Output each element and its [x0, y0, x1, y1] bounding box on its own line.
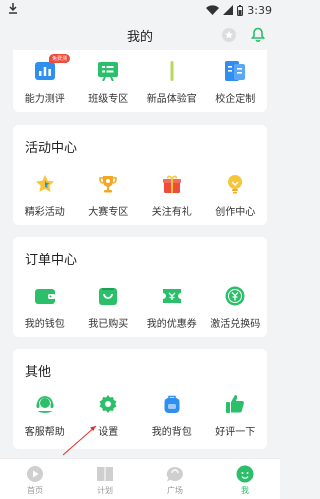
service-ability-test[interactable]: 免费测 能力测评 [13, 54, 77, 105]
order-label: 我已购买 [88, 319, 129, 330]
free-badge: 免费测 [49, 54, 71, 63]
thumbs-up-icon [224, 393, 246, 415]
order-label: 我的钱包 [24, 319, 65, 330]
chat-icon [165, 465, 185, 483]
product-trial-icon [161, 60, 183, 82]
activity-center-card: 活动中心 精彩活动 大赛专区 关注有礼 创作中心 [13, 125, 267, 225]
profile-face-icon [235, 465, 255, 483]
other-rate[interactable]: 好评一下 [204, 393, 268, 438]
tab-plan[interactable]: 计划 [70, 459, 140, 499]
order-purchased[interactable]: 我已购买 [77, 285, 141, 330]
order-redeem[interactable]: 激活兑换码 [204, 285, 268, 330]
trophy-icon [97, 173, 119, 195]
activity-label: 关注有礼 [151, 207, 192, 218]
section-title: 其他 [25, 365, 52, 380]
other-label: 设置 [98, 427, 119, 438]
battery-icon [237, 4, 244, 16]
other-support[interactable]: 客服帮助 [13, 393, 77, 438]
backpack-icon [161, 393, 183, 415]
activity-label: 大赛专区 [88, 207, 129, 218]
activity-grid: 精彩活动 大赛专区 关注有礼 创作中心 [13, 173, 267, 218]
tab-me[interactable]: 我 [210, 459, 280, 499]
page-title: 我的 [126, 29, 153, 45]
order-grid: 我的钱包 我已购买 我的优惠券 激活兑换码 [13, 285, 267, 330]
bag-icon [97, 285, 119, 307]
order-label: 我的优惠券 [146, 319, 197, 330]
other-backpack[interactable]: 我的背包 [140, 393, 204, 438]
service-label: 能力测评 [24, 94, 65, 105]
service-class-zone[interactable]: 班级专区 [77, 60, 141, 105]
bulb-icon [224, 173, 246, 195]
service-label: 班级专区 [88, 94, 129, 105]
status-time: 3:39 [247, 3, 272, 17]
tab-label: 广场 [167, 486, 183, 495]
other-label: 好评一下 [215, 427, 256, 438]
home-play-icon [25, 465, 45, 483]
coupon-icon [161, 285, 183, 307]
download-icon [8, 3, 18, 17]
status-bar: 3:39 [0, 0, 280, 20]
activity-creation[interactable]: 创作中心 [204, 173, 268, 218]
bar-chart-icon [34, 60, 56, 82]
order-center-card: 订单中心 我的钱包 我已购买 我的优惠券 激活兑换码 [13, 237, 267, 337]
order-coupons[interactable]: 我的优惠券 [140, 285, 204, 330]
service-product-trial[interactable]: 新品体验官 [140, 60, 204, 105]
headset-icon [34, 393, 56, 415]
activity-contest[interactable]: 大赛专区 [77, 173, 141, 218]
tab-home[interactable]: 首页 [0, 459, 70, 499]
other-label: 客服帮助 [24, 427, 65, 438]
wifi-icon [206, 5, 220, 15]
custom-doc-icon [224, 60, 246, 82]
tab-label: 计划 [97, 486, 113, 495]
gift-icon [161, 173, 183, 195]
service-label: 校企定制 [215, 94, 256, 105]
activity-label: 精彩活动 [24, 207, 65, 218]
class-board-icon [97, 60, 119, 82]
services-card: 免费测 能力测评 班级专区 新品体验官 校企定制 [13, 50, 267, 112]
tab-label: 首页 [27, 486, 43, 495]
other-card: 其他 客服帮助 设置 我的背包 好评一下 [13, 349, 267, 449]
content-scroll[interactable]: 免费测 能力测评 班级专区 新品体验官 校企定制 活动中心 精彩活动 大赛专区 … [0, 50, 280, 458]
order-label: 激活兑换码 [210, 319, 261, 330]
activity-highlights[interactable]: 精彩活动 [13, 173, 77, 218]
gear-icon [97, 393, 119, 415]
services-grid: 免费测 能力测评 班级专区 新品体验官 校企定制 [13, 54, 268, 105]
tab-label: 我 [241, 486, 249, 495]
tab-square[interactable]: 广场 [140, 459, 210, 499]
redeem-code-icon [224, 285, 246, 307]
order-wallet[interactable]: 我的钱包 [13, 285, 77, 330]
star-icon [34, 173, 56, 195]
section-title: 活动中心 [25, 141, 78, 156]
signal-icon [223, 5, 234, 15]
wallet-icon [34, 285, 56, 307]
other-label: 我的背包 [151, 427, 192, 438]
other-settings[interactable]: 设置 [77, 393, 141, 438]
service-label: 新品体验官 [146, 94, 197, 105]
notification-bell-icon[interactable] [249, 26, 267, 44]
other-grid: 客服帮助 设置 我的背包 好评一下 [13, 393, 267, 438]
service-custom[interactable]: 校企定制 [204, 60, 268, 105]
activity-follow-gift[interactable]: 关注有礼 [140, 173, 204, 218]
book-icon [95, 465, 115, 483]
bottom-tab-bar: 首页 计划 广场 我 [0, 458, 280, 499]
activity-label: 创作中心 [215, 207, 256, 218]
section-title: 订单中心 [25, 253, 78, 268]
page-header: 我的 [0, 20, 280, 50]
badge-medal-icon[interactable] [220, 26, 238, 44]
